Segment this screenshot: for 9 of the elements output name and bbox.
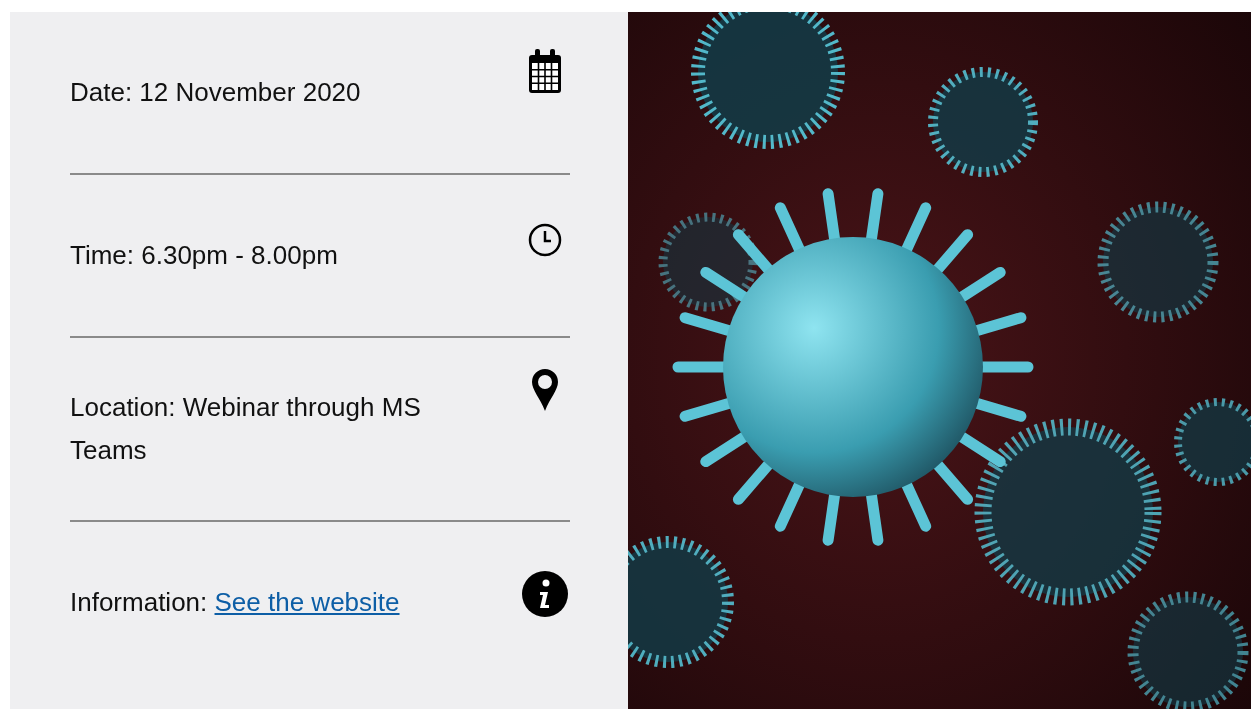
- clock-icon: [528, 223, 562, 257]
- detail-text: Information: See the website: [70, 586, 401, 619]
- detail-text: Time: 6.30pm - 8.00pm: [70, 239, 339, 272]
- detail-text: Location: Webinar through MS Teams: [70, 391, 422, 467]
- info-icon: [521, 570, 569, 618]
- calendar-icon: [528, 48, 562, 94]
- map-pin-icon: [531, 368, 559, 412]
- website-link[interactable]: See the website: [214, 587, 400, 617]
- detail-text: Date: 12 November 2020: [70, 76, 362, 109]
